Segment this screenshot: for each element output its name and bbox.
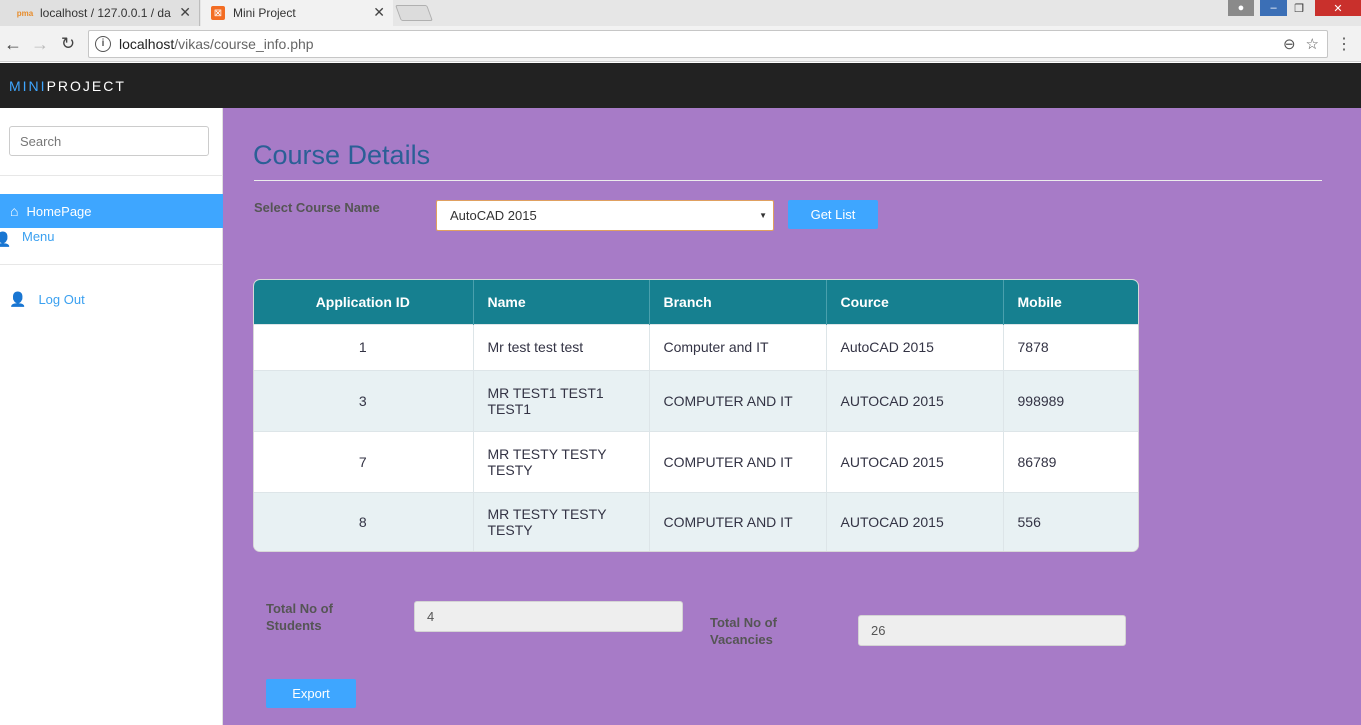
column-header: Mobile bbox=[1017, 293, 1062, 310]
sidebar-item-label: Log Out bbox=[38, 291, 85, 307]
table-cell: COMPUTER AND IT bbox=[649, 431, 827, 492]
table-cell: 86789 bbox=[1017, 453, 1057, 470]
column-header: Application ID bbox=[254, 280, 474, 324]
phpmyadmin-icon: pma bbox=[16, 8, 34, 18]
table-cell: MR TESTY TESTY TESTY bbox=[473, 431, 650, 492]
app-header: MINIPROJECT bbox=[0, 63, 1361, 108]
search-input[interactable] bbox=[9, 126, 209, 156]
chevron-down-icon: ▼ bbox=[759, 211, 767, 220]
table-cell: 998989 bbox=[1017, 392, 1065, 409]
table-cell: 7878 bbox=[1017, 339, 1049, 355]
user-icon: 👤 bbox=[9, 290, 27, 307]
total-vacancies-label: Total No of Vacancies bbox=[710, 615, 777, 647]
user-icon: 👤 bbox=[0, 231, 12, 247]
table-cell: 556 bbox=[1017, 514, 1041, 531]
table-row: 1 Mr test test test Computer and IT Auto… bbox=[254, 324, 1138, 370]
browser-tab-strip: pma localhost / 127.0.0.1 / da ✕ ⊠ Mini … bbox=[0, 0, 1361, 26]
table-cell: 1 bbox=[254, 324, 474, 370]
restore-button[interactable]: ❐ bbox=[1288, 0, 1310, 16]
browser-menu-icon[interactable]: ⋮ bbox=[1336, 34, 1352, 54]
table-row: 7 MR TESTY TESTY TESTY COMPUTER AND IT A… bbox=[254, 431, 1138, 492]
get-list-button[interactable]: Get List bbox=[788, 200, 878, 229]
info-icon[interactable]: i bbox=[95, 36, 111, 52]
page-title: Course Details bbox=[253, 140, 431, 170]
table-cell: MR TEST1 TEST1 TEST1 bbox=[473, 370, 650, 431]
sidebar: ⌂ HomePage 👤 Menu 👤 Log Out bbox=[0, 108, 223, 725]
sidebar-item-label: Menu bbox=[22, 229, 55, 244]
table-cell: 3 bbox=[254, 370, 474, 431]
home-icon: ⌂ bbox=[10, 203, 19, 219]
sidebar-item-menu[interactable]: 👤 Menu bbox=[0, 219, 223, 253]
window-close-button[interactable]: ✕ bbox=[1315, 0, 1361, 16]
bookmark-star-icon[interactable]: ☆ bbox=[1306, 35, 1319, 53]
table-cell: AUTOCAD 2015 bbox=[826, 431, 1004, 492]
course-select-value: AutoCAD 2015 bbox=[450, 208, 537, 223]
table-cell: AUTOCAD 2015 bbox=[826, 492, 1004, 551]
sidebar-item-logout[interactable]: 👤 Log Out bbox=[0, 282, 223, 316]
table-cell: COMPUTER AND IT bbox=[649, 370, 827, 431]
tab-title: Mini Project bbox=[233, 6, 296, 20]
table-cell: Mr test test test bbox=[473, 324, 650, 370]
browser-tab-mini-project[interactable]: ⊠ Mini Project ✕ bbox=[201, 0, 393, 26]
table-cell: AUTOCAD 2015 bbox=[826, 370, 1004, 431]
total-students-label: Total No of Students bbox=[266, 601, 333, 633]
address-bar[interactable]: i localhost/vikas/course_info.php ⊖ ☆ bbox=[88, 30, 1328, 58]
close-icon[interactable]: ✕ bbox=[373, 4, 385, 21]
brand-project: PROJECT bbox=[46, 78, 126, 94]
zoom-icon[interactable]: ⊖ bbox=[1283, 35, 1296, 53]
table-cell: 7 bbox=[254, 431, 474, 492]
table-row: 3 MR TEST1 TEST1 TEST1 COMPUTER AND IT A… bbox=[254, 370, 1138, 431]
table-row: 8 MR TESTY TESTY TESTY COMPUTER AND IT A… bbox=[254, 492, 1138, 551]
close-icon[interactable]: ✕ bbox=[179, 4, 191, 21]
export-button[interactable]: Export bbox=[266, 679, 356, 708]
back-arrow-icon[interactable]: ← bbox=[3, 34, 23, 54]
browser-tab-phpmyadmin[interactable]: pma localhost / 127.0.0.1 / da ✕ bbox=[0, 0, 200, 26]
course-select-label: Select Course Name bbox=[254, 200, 380, 215]
brand-mini: MINI bbox=[9, 78, 47, 94]
column-header: Name bbox=[473, 280, 650, 324]
total-students-field: 4 bbox=[414, 601, 683, 632]
total-vacancies-field: 26 bbox=[858, 615, 1126, 646]
url-host: localhost bbox=[119, 36, 175, 52]
divider bbox=[0, 175, 222, 176]
table-cell: COMPUTER AND IT bbox=[649, 492, 827, 551]
reload-icon[interactable]: ↻ bbox=[58, 34, 78, 54]
table-cell: AutoCAD 2015 bbox=[826, 324, 1004, 370]
main-content: Course Details Select Course Name AutoCA… bbox=[223, 108, 1361, 725]
course-select[interactable]: AutoCAD 2015 ▼ bbox=[436, 200, 774, 231]
table-cell: 8 bbox=[254, 492, 474, 551]
forward-arrow-icon[interactable]: → bbox=[30, 34, 50, 54]
minimize-button[interactable]: – bbox=[1260, 0, 1287, 16]
column-header: Cource bbox=[826, 280, 1004, 324]
xampp-icon: ⊠ bbox=[211, 6, 225, 20]
brand-logo[interactable]: MINIPROJECT bbox=[9, 78, 126, 94]
tab-title: localhost / 127.0.0.1 / da bbox=[40, 6, 171, 20]
sidebar-item-label: HomePage bbox=[26, 203, 92, 219]
table-cell: Computer and IT bbox=[649, 324, 827, 370]
browser-toolbar: ← → ↻ i localhost/vikas/course_info.php … bbox=[0, 26, 1361, 62]
column-header: Branch bbox=[649, 280, 827, 324]
divider bbox=[0, 264, 222, 265]
url-path: /vikas/course_info.php bbox=[174, 36, 314, 52]
title-divider bbox=[254, 180, 1322, 181]
profile-icon[interactable]: ● bbox=[1228, 0, 1254, 16]
new-tab-button[interactable] bbox=[395, 5, 433, 21]
table-cell: MR TESTY TESTY TESTY bbox=[473, 492, 650, 551]
students-table: Application ID Name Branch Cource Mobile… bbox=[253, 279, 1139, 552]
table-header-row: Application ID Name Branch Cource Mobile bbox=[254, 280, 1138, 324]
